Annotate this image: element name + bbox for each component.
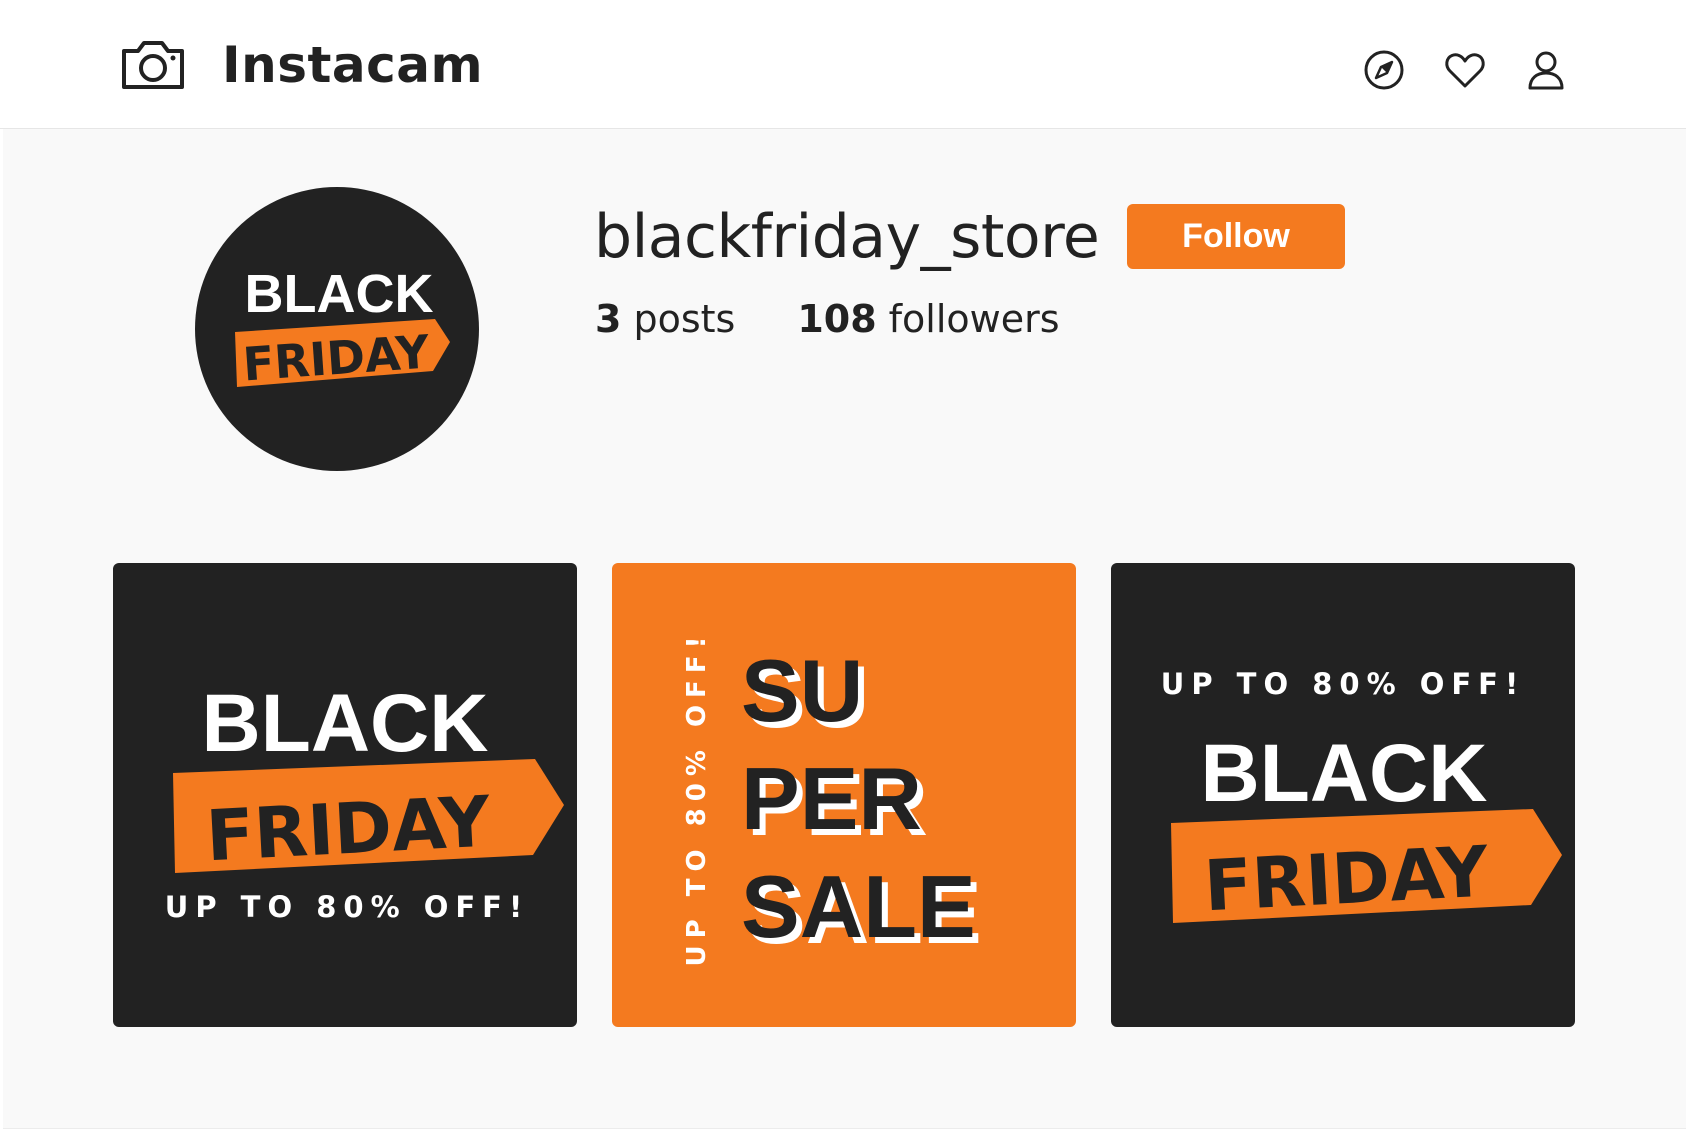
post-friday-text: FRIDAY [204, 781, 493, 878]
posts-stat[interactable]: 3 posts [595, 297, 735, 341]
avatar-black-text: BLACK [245, 264, 434, 324]
post-black-friday-image: UP TO 80% OFF! BLACK FRIDAY [1161, 667, 1562, 928]
compass-icon[interactable] [1362, 48, 1406, 92]
post-tagline: UP TO 80% OFF! [165, 890, 529, 924]
post-friday-text: FRIDAY [1202, 831, 1491, 928]
camera-icon [122, 41, 184, 89]
post-tagline: UP TO 80% OFF! [1161, 667, 1525, 701]
heart-icon[interactable] [1443, 48, 1487, 92]
profile-avatar[interactable]: BLACK FRIDAY [195, 187, 479, 471]
post-tagline: UP TO 80% OFF! [682, 630, 712, 967]
nav-icons [1362, 48, 1605, 92]
avatar-black-friday-logo: BLACK FRIDAY [235, 264, 450, 391]
post-tile[interactable]: UP TO 80% OFF! SU SU PER PER SALE SALE [612, 563, 1076, 1027]
post-black-text: BLACK [202, 678, 489, 769]
top-navigation-bar: Instacam [0, 0, 1686, 129]
brand[interactable]: Instacam [120, 36, 483, 94]
follow-button[interactable]: Follow [1127, 204, 1345, 269]
followers-label: followers [888, 297, 1060, 341]
profile-page: BLACK FRIDAY blackfriday_store Follow 3p… [3, 129, 1686, 1129]
post-super-text: SU [741, 641, 863, 740]
posts-label: posts [633, 297, 736, 341]
post-tile[interactable]: BLACK FRIDAY UP TO 80% OFF! [113, 563, 577, 1027]
posts-count: 3 [595, 297, 622, 341]
post-black-friday-image: BLACK FRIDAY UP TO 80% OFF! [165, 678, 564, 924]
post-tile[interactable]: UP TO 80% OFF! BLACK FRIDAY [1111, 563, 1575, 1027]
post-black-text: BLACK [1201, 728, 1488, 819]
user-icon[interactable] [1524, 48, 1568, 92]
profile-stats: 3 posts 108 followers [595, 297, 1122, 341]
app-name: Instacam [222, 36, 484, 94]
profile-username: blackfriday_store [594, 202, 1100, 272]
post-sale-text: SALE [741, 857, 976, 956]
followers-count: 108 [797, 297, 877, 341]
post-per-text: PER [741, 749, 922, 848]
followers-stat[interactable]: 108 followers [797, 297, 1059, 341]
post-super-sale-image: UP TO 80% OFF! SU SU PER PER SALE SALE [682, 630, 982, 967]
